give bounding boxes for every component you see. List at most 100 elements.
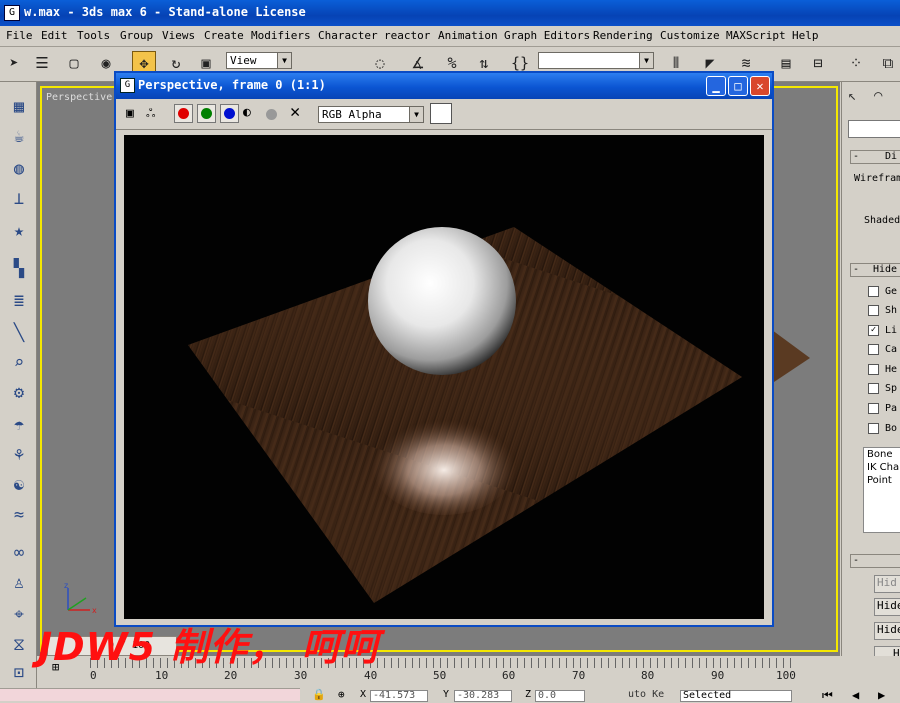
monochrome-icon[interactable] <box>266 109 277 120</box>
menu-tools[interactable]: Tools <box>77 29 110 42</box>
checkbox-helpers[interactable] <box>868 364 879 375</box>
schematic-view-icon[interactable]: ⊟ <box>806 51 830 75</box>
checkbox-label: Pa <box>885 403 898 414</box>
auto-key-button[interactable]: uto Ke <box>628 689 664 700</box>
cylinder-icon[interactable]: ⊥ <box>6 186 32 212</box>
maxscript-listener-bar[interactable] <box>0 688 300 701</box>
checkbox-space-warps[interactable] <box>868 383 879 394</box>
checkbox-geometry[interactable] <box>868 286 879 297</box>
hide-rollout-header[interactable]: - Hide <box>850 263 900 277</box>
biped-icon[interactable]: ♙ <box>6 570 32 596</box>
clone-window-icon[interactable]: ஃ <box>146 106 155 122</box>
render-scene-icon[interactable]: ⧉ <box>876 51 900 75</box>
dynamics-icon[interactable]: ☯ <box>6 472 32 498</box>
menu-help[interactable]: Help <box>792 29 819 42</box>
menu-modifiers[interactable]: Modifiers <box>251 29 311 42</box>
menu-character[interactable]: Character <box>318 29 378 42</box>
checkbox-particles[interactable] <box>868 403 879 414</box>
gear-icon[interactable]: ⚙ <box>6 380 32 406</box>
hide-by-name-button[interactable]: Hide <box>874 622 900 640</box>
named-selection-combo[interactable]: ▼ <box>538 52 654 69</box>
alpha-channel-icon[interactable]: ◐ <box>243 105 251 120</box>
lock-selection-icon[interactable]: 🔒 <box>312 688 326 701</box>
red-dot-icon <box>178 108 189 119</box>
clear-icon[interactable]: ✕ <box>290 102 300 122</box>
channel-combo[interactable]: RGB Alpha ▼ <box>318 106 424 123</box>
box-create-icon[interactable]: ▦ <box>6 94 32 120</box>
checker-icon[interactable]: ▚ <box>6 256 32 282</box>
menu-file[interactable]: File <box>6 29 33 42</box>
blue-channel-button[interactable] <box>220 104 239 123</box>
list-item[interactable]: Point <box>867 474 900 487</box>
render-output-canvas[interactable] <box>124 135 764 619</box>
magnify-icon[interactable]: ⌕ <box>6 350 32 376</box>
checkbox-cameras[interactable] <box>868 344 879 355</box>
maximize-icon[interactable]: □ <box>728 76 748 96</box>
x-coord-field[interactable]: -41.573 <box>370 690 428 702</box>
menu-customize[interactable]: Customize <box>660 29 720 42</box>
go-to-start-icon[interactable]: ⏮ <box>822 688 833 703</box>
menu-graph-editors[interactable]: Graph Editors <box>504 29 590 42</box>
menu-maxscript[interactable]: MAXScript <box>726 29 786 42</box>
viewport-label[interactable]: Perspective <box>46 92 112 103</box>
render-window-title: Perspective, frame 0 (1:1) <box>138 78 326 92</box>
list-item[interactable]: IK Chai <box>867 461 900 474</box>
space-warp-icon[interactable]: ⚘ <box>6 442 32 468</box>
app-title: w.max - 3ds max 6 - Stand-alone License <box>24 5 306 19</box>
menu-reactor[interactable]: reactor <box>384 29 430 42</box>
render-window-icon[interactable]: G <box>120 78 135 93</box>
checkbox-label: Ge <box>885 286 898 297</box>
list-item[interactable]: Bone <box>867 448 900 461</box>
checkbox-bone[interactable] <box>868 423 879 434</box>
command-panel: ↖ ◠ - Di Wireframe Shaded - Hide Ge Sh ✓… <box>841 82 900 688</box>
hierarchy-icon[interactable]: ⧖ <box>6 632 32 658</box>
red-channel-button[interactable] <box>174 104 193 123</box>
sphere-icon[interactable]: ◍ <box>6 156 32 182</box>
minimize-icon[interactable]: ▁ <box>706 76 726 96</box>
green-channel-button[interactable] <box>197 104 216 123</box>
modify-tab-icon[interactable]: ◠ <box>874 88 882 104</box>
y-coord-field[interactable]: -30.283 <box>454 690 512 702</box>
menu-rendering[interactable]: Rendering <box>593 29 653 42</box>
rect-selection-icon[interactable]: ▢ <box>62 51 86 75</box>
app-icon[interactable]: G <box>4 5 20 21</box>
checkbox-lights[interactable]: ✓ <box>868 325 879 336</box>
hide-by-category-list[interactable]: Bone IK Chai Point <box>863 447 900 533</box>
particle-icon[interactable]: ☂ <box>6 412 32 438</box>
select-by-name-icon[interactable]: ☰ <box>30 51 54 75</box>
menu-edit[interactable]: Edit <box>41 29 68 42</box>
z-coord-field[interactable]: 0.0 <box>535 690 585 702</box>
color-swatch[interactable] <box>430 103 452 124</box>
watermark-text: JDW5 制作， 呵呵 <box>38 625 380 669</box>
save-bitmap-icon[interactable]: ▣ <box>126 106 134 121</box>
menu-create[interactable]: Create <box>204 29 244 42</box>
wave-icon[interactable]: ≈ <box>6 502 32 528</box>
reference-coord-combo[interactable]: View ▼ <box>226 52 292 69</box>
hide-selected-button[interactable]: Hid <box>874 575 900 593</box>
star-shape-icon[interactable]: ★ <box>6 218 32 244</box>
display-rollout-header[interactable]: - Di <box>850 150 900 164</box>
absolute-mode-icon[interactable]: ⊕ <box>338 688 345 701</box>
render-window-title-bar[interactable]: G Perspective, frame 0 (1:1) ▁ □ ✕ <box>116 73 772 99</box>
track-view-icon[interactable]: ▤ <box>774 51 798 75</box>
bend-icon[interactable]: ╲ <box>6 320 32 346</box>
bones-icon[interactable]: ⌖ <box>6 602 32 628</box>
utility-icon[interactable]: ⊡ <box>6 660 32 686</box>
checkbox-shapes[interactable] <box>868 305 879 316</box>
viewport-table-edge <box>772 330 810 382</box>
hide-rollout-2-header[interactable]: - <box>850 554 900 568</box>
menu-group[interactable]: Group <box>120 29 153 42</box>
object-name-field[interactable] <box>848 120 900 138</box>
create-tab-icon[interactable]: ↖ <box>848 88 856 104</box>
menu-animation[interactable]: Animation <box>438 29 498 42</box>
close-icon[interactable]: ✕ <box>750 76 770 96</box>
sphere-reflection <box>372 415 516 515</box>
key-mode-combo[interactable]: Selected <box>680 690 792 702</box>
stack-icon[interactable]: ≣ <box>6 288 32 314</box>
menu-views[interactable]: Views <box>162 29 195 42</box>
hide-unselected-button[interactable]: Hide <box>874 598 900 616</box>
material-editor-icon[interactable]: ⁘ <box>844 51 868 75</box>
select-arrow-icon[interactable]: ➤ <box>2 51 26 75</box>
teapot-icon[interactable]: ☕ <box>6 124 32 150</box>
link-icon[interactable]: ∞ <box>6 540 32 566</box>
